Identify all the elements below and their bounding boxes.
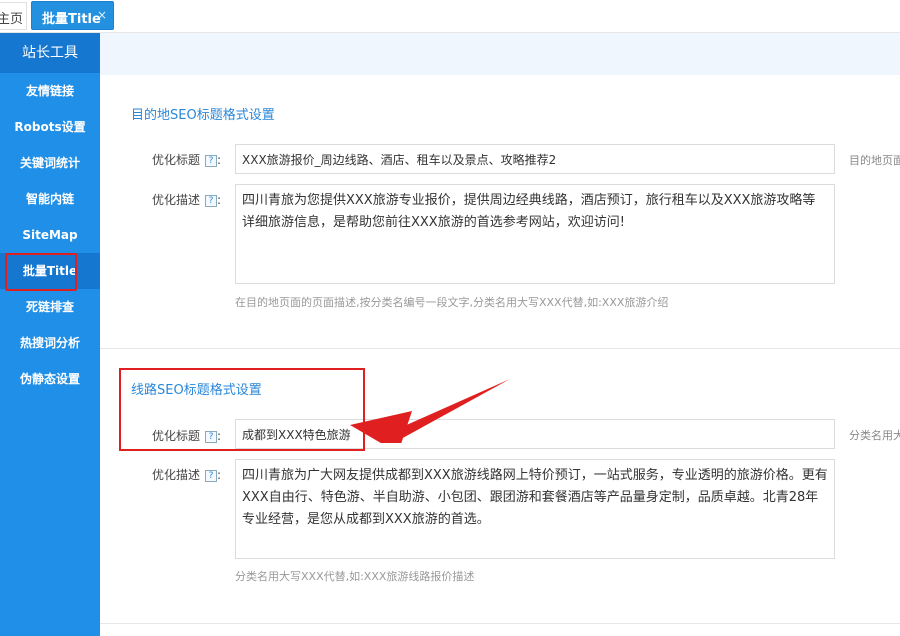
tab-home[interactable]: 主页 [0,2,27,30]
field-label-route-desc: 优化描述?: [152,468,222,482]
sidebar-item-keyword-stats[interactable]: 关键词统计 [0,145,100,181]
tab-batch-title-label: 批量Title [42,12,101,27]
section-title-destination: 目的地SEO标题格式设置 [131,108,275,123]
main-content: 目的地SEO标题格式设置 优化标题?: XXX旅游报价_周边线路、酒店、租车以及… [100,33,900,636]
tab-batch-title[interactable]: 批量Title × [31,1,114,30]
sidebar-item-label: 热搜词分析 [19,336,80,350]
sidebar-item-label: 死链排查 [25,300,74,314]
dest-desc-textarea[interactable]: 四川青旅为您提供XXX旅游专业报价，提供周边经典线路，酒店预订，旅行租车以及XX… [235,184,835,284]
sidebar-item-batch-title[interactable]: 批量Title [0,253,100,291]
tab-home-label: 主页 [0,12,23,27]
dest-title-input[interactable]: XXX旅游报价_周边线路、酒店、租车以及景点、攻略推荐2 [235,144,835,174]
annotation-arrow-icon [350,379,510,443]
help-icon[interactable]: ? [205,155,218,167]
section-divider [100,348,900,349]
route-title-side-hint: 分类名用大 [849,429,900,442]
dest-title-side-hint: 目的地页面 [849,154,900,167]
sidebar-item-rewrite[interactable]: 伪静态设置 [0,361,100,397]
help-icon[interactable]: ? [205,470,218,482]
section-divider [100,623,900,624]
help-icon[interactable]: ? [205,195,218,207]
field-label-dest-title: 优化标题?: [152,153,222,167]
header-band [100,33,900,75]
sidebar-item-sitemap[interactable]: SiteMap [0,217,100,253]
sidebar-item-dead-links[interactable]: 死链排查 [0,289,100,325]
sidebar-item-label: 关键词统计 [19,156,80,170]
sidebar-item-smart-links[interactable]: 智能内链 [0,181,100,217]
field-label-dest-desc: 优化描述?: [152,193,222,207]
sidebar-item-hot-search[interactable]: 热搜词分析 [0,325,100,361]
sidebar-item-label: SiteMap [22,228,78,242]
sidebar: 站长工具 友情链接 Robots设置 关键词统计 智能内链 SiteMap 批量… [0,33,100,636]
sidebar-header: 站长工具 [0,33,100,73]
dest-desc-hint: 在目的地页面的页面描述,按分类名编号一段文字,分类名用大写XXX代替,如:XXX… [235,296,669,309]
close-icon[interactable]: × [97,8,107,22]
sidebar-item-label: Robots设置 [14,120,86,134]
sidebar-item-label: 友情链接 [25,84,74,98]
route-desc-textarea[interactable]: 四川青旅为广大网友提供成都到XXX旅游线路网上特价预订，一站式服务，专业透明的旅… [235,459,835,559]
sidebar-item-friend-links[interactable]: 友情链接 [0,73,100,109]
annotation-highlight-box [119,368,365,451]
sidebar-item-label: 智能内链 [25,192,74,206]
sidebar-item-label: 伪静态设置 [19,372,80,386]
sidebar-item-robots[interactable]: Robots设置 [0,109,100,145]
route-desc-hint: 分类名用大写XXX代替,如:XXX旅游线路报价描述 [235,570,475,583]
annotation-highlight-box [5,253,77,291]
tab-bar: 主页 批量Title × [0,0,900,33]
